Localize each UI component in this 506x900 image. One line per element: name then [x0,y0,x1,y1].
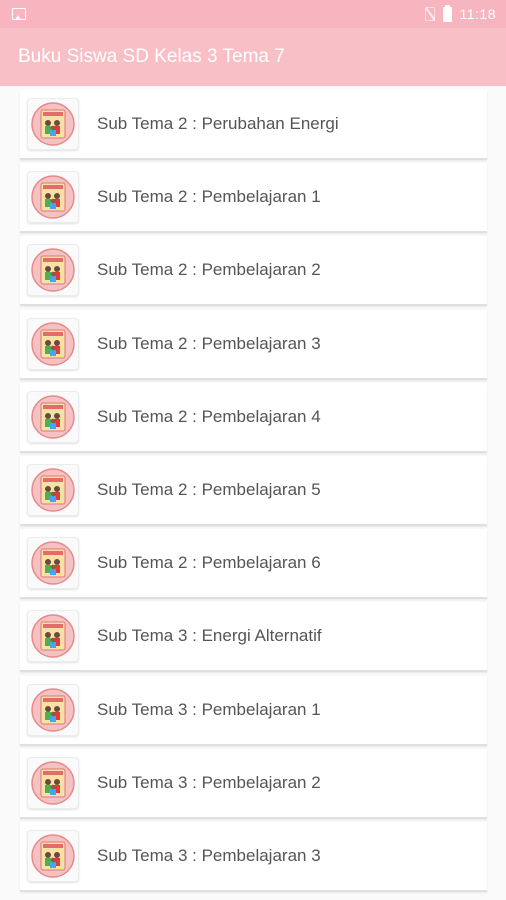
book-thumbnail [27,171,79,224]
book-cover-icon [31,468,75,512]
list-item[interactable]: Sub Tema 3 : Pembelajaran 2 [20,748,487,819]
list-item-label: Sub Tema 2 : Pembelajaran 4 [97,406,321,426]
book-thumbnail [27,390,79,443]
battery-icon [442,4,452,22]
app-title: Buku Siswa SD Kelas 3 Tema 7 [18,46,285,67]
list-item-label: Sub Tema 2 : Pembelajaran 6 [97,553,321,573]
list-item-label: Sub Tema 2 : Pembelajaran 1 [97,187,321,207]
chapter-list: Sub Tema 2 : Perubahan Energi Sub Tema 2… [0,86,506,900]
book-thumbnail [27,683,79,736]
list-item[interactable]: Sub Tema 2 : Perubahan Energi [20,90,487,160]
list-item[interactable]: Sub Tema 3 : Energi Alternatif [20,602,487,673]
list-item-label: Sub Tema 3 : Pembelajaran 1 [97,699,321,719]
list-item[interactable]: Sub Tema 2 : Pembelajaran 6 [20,529,487,600]
status-left [12,8,26,20]
list-item-label: Sub Tema 3 : Pembelajaran 2 [97,772,321,792]
book-thumbnail [27,830,79,882]
book-cover-icon [31,761,75,805]
status-clock: 11:18 [459,6,496,22]
book-cover-icon [31,614,75,659]
book-cover-icon [31,321,75,366]
status-right: 11:18 [424,4,497,22]
no-sim-icon [424,7,435,21]
book-thumbnail [27,244,79,297]
list-item-label: Sub Tema 2 : Perubahan Energi [97,114,339,133]
app-bar: Buku Siswa SD Kelas 3 Tema 7 [0,28,506,86]
list-item[interactable]: Sub Tema 3 : Pembelajaran 3 [20,822,487,892]
book-cover-icon [31,175,75,219]
book-cover-icon [31,834,75,878]
book-thumbnail [27,98,79,150]
list-item-label: Sub Tema 2 : Pembelajaran 5 [97,480,321,499]
book-thumbnail [27,537,79,590]
list-item[interactable]: Sub Tema 2 : Pembelajaran 2 [20,236,487,307]
book-cover-icon [31,541,75,585]
book-thumbnail [27,317,79,370]
list-item-label: Sub Tema 3 : Pembelajaran 3 [97,846,321,865]
list-item[interactable]: Sub Tema 3 : Pembelajaran 1 [20,675,487,746]
book-thumbnail [27,464,79,516]
book-thumbnail [27,610,79,663]
list-item[interactable]: Sub Tema 2 : Pembelajaran 4 [20,382,487,453]
list-item[interactable]: Sub Tema 2 : Pembelajaran 5 [20,456,487,526]
list-item-label: Sub Tema 2 : Pembelajaran 2 [97,260,321,280]
list-item[interactable]: Sub Tema 2 : Pembelajaran 3 [20,309,487,380]
book-cover-icon [31,395,75,439]
list-item[interactable]: Sub Tema 2 : Pembelajaran 1 [20,163,487,234]
book-thumbnail [27,756,79,809]
book-cover-icon [31,248,75,293]
status-bar: 11:18 [0,0,506,28]
list-item-label: Sub Tema 3 : Energi Alternatif [97,626,322,646]
book-cover-icon [31,687,75,732]
book-cover-icon [31,102,75,146]
image-notification-icon [12,8,26,20]
list-item-label: Sub Tema 2 : Pembelajaran 3 [97,333,321,353]
